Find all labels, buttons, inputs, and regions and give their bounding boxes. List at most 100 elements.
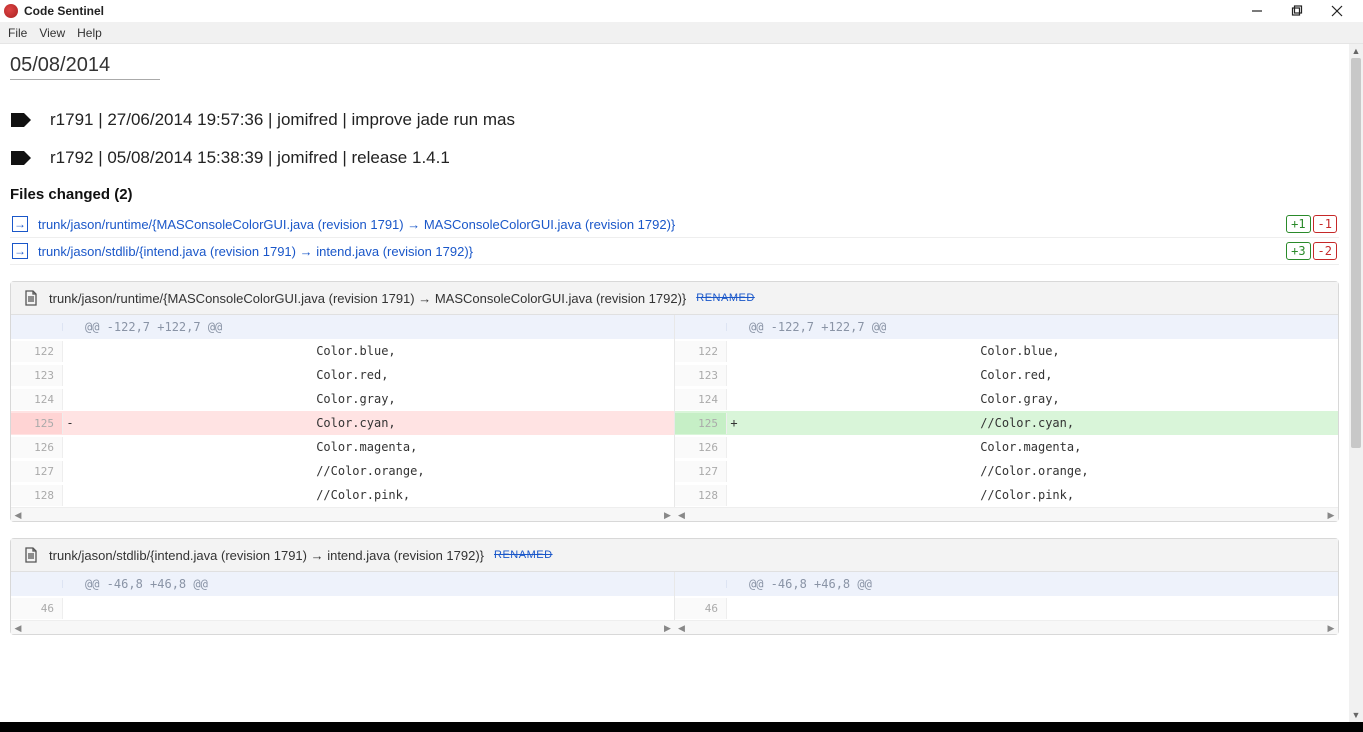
diff-marker (727, 580, 741, 588)
hscrollbar-left[interactable]: ◀▶ (11, 507, 675, 521)
line-number: 123 (11, 365, 63, 386)
files-changed-header: Files changed (2) (10, 186, 1339, 203)
diff-marker (63, 371, 77, 379)
vertical-scrollbar[interactable]: ▲ ▼ (1349, 44, 1363, 722)
window-title: Code Sentinel (24, 4, 1243, 18)
hscrollbar-right[interactable]: ◀▶ (675, 620, 1339, 634)
commit-text: r1791 | 27/06/2014 19:57:36 | jomifred |… (50, 110, 515, 130)
diff-line: 123 Color.red, (11, 363, 674, 387)
code-text: Color.red, (741, 364, 1338, 386)
line-number: 124 (675, 389, 727, 410)
diff-marker (727, 347, 741, 355)
code-text: Color.blue, (741, 340, 1338, 362)
diff-marker (63, 604, 77, 612)
scroll-left-arrow-icon[interactable]: ◀ (11, 621, 25, 635)
scroll-right-arrow-icon[interactable]: ▶ (1324, 508, 1338, 522)
code-text: Color.blue, (77, 340, 674, 362)
line-number (675, 323, 727, 331)
diff-marker (727, 395, 741, 403)
diff-marker (63, 323, 77, 331)
code-text: //Color.pink, (77, 484, 674, 506)
additions-badge: +1 (1286, 215, 1310, 233)
maximize-button[interactable] (1283, 1, 1311, 21)
diff-side-left: @@ -122,7 +122,7 @@122 Color.blue,123 Co… (11, 315, 675, 507)
diff-line: 124 Color.gray, (675, 387, 1338, 411)
diff-file-path: trunk/jason/stdlib/{intend.java (revisio… (49, 548, 484, 563)
tag-icon (10, 150, 32, 166)
scroll-left-arrow-icon[interactable]: ◀ (675, 621, 689, 635)
close-button[interactable] (1323, 1, 1351, 21)
file-link[interactable]: trunk/jason/stdlib/{intend.java (revisio… (38, 244, 1286, 259)
scroll-right-arrow-icon[interactable]: ▶ (661, 508, 675, 522)
commits-list: r1791 | 27/06/2014 19:57:36 | jomifred |… (10, 110, 1339, 168)
tag-icon (10, 112, 32, 128)
expand-icon[interactable]: → (12, 243, 28, 259)
file-link[interactable]: trunk/jason/runtime/{MASConsoleColorGUI.… (38, 217, 1286, 232)
stat-badges: +3-2 (1286, 242, 1337, 260)
titlebar: Code Sentinel (0, 0, 1363, 22)
scroll-right-arrow-icon[interactable]: ▶ (1324, 621, 1338, 635)
hscroll-wrap: ◀▶◀▶ (11, 507, 1338, 521)
code-text (77, 604, 674, 612)
hscroll-wrap: ◀▶◀▶ (11, 620, 1338, 634)
expand-icon[interactable]: → (12, 216, 28, 232)
renamed-tag: RENAMED (696, 292, 755, 304)
date-header: 05/08/2014 (10, 48, 160, 80)
diff-side-right: @@ -46,8 +46,8 @@ 46 (675, 572, 1338, 620)
hscrollbar-left[interactable]: ◀▶ (11, 620, 675, 634)
line-number: 126 (675, 437, 727, 458)
menu-help[interactable]: Help (77, 26, 102, 40)
diff-line: 122 Color.blue, (11, 339, 674, 363)
scroll-left-arrow-icon[interactable]: ◀ (11, 508, 25, 522)
line-number: 128 (675, 485, 727, 506)
line-number: 127 (11, 461, 63, 482)
line-number (11, 580, 63, 588)
scroll-left-arrow-icon[interactable]: ◀ (675, 508, 689, 522)
scrollbar-thumb[interactable] (1351, 58, 1361, 448)
line-number: 46 (675, 598, 727, 619)
diff-marker (63, 347, 77, 355)
commit-text: r1792 | 05/08/2014 15:38:39 | jomifred |… (50, 148, 450, 168)
hscrollbar-right[interactable]: ◀▶ (675, 507, 1339, 521)
diff-marker (727, 604, 741, 612)
diff-marker: + (727, 412, 741, 434)
line-number: 122 (675, 341, 727, 362)
diff-side-right: @@ -122,7 +122,7 @@122 Color.blue,123 Co… (675, 315, 1338, 507)
line-number: 127 (675, 461, 727, 482)
minimize-button[interactable] (1243, 1, 1271, 21)
commit-row: r1792 | 05/08/2014 15:38:39 | jomifred |… (10, 148, 1339, 168)
code-text: Color.magenta, (77, 436, 674, 458)
line-number: 124 (11, 389, 63, 410)
files-changed-list: → trunk/jason/runtime/{MASConsoleColorGUI… (10, 211, 1339, 265)
diff-marker (63, 395, 77, 403)
hunk-header: @@ -122,7 +122,7 @@ (11, 315, 674, 339)
scroll-down-arrow-icon[interactable]: ▼ (1349, 708, 1363, 722)
diff-marker (727, 443, 741, 451)
bottom-bar (0, 722, 1363, 732)
scroll-right-arrow-icon[interactable]: ▶ (661, 621, 675, 635)
diff-marker (63, 467, 77, 475)
content-scroll[interactable]: 05/08/2014 r1791 | 27/06/2014 19:57:36 |… (0, 44, 1349, 722)
additions-badge: +3 (1286, 242, 1310, 260)
diff-side-left: @@ -46,8 +46,8 @@46 (11, 572, 675, 620)
diff-header: trunk/jason/runtime/{MASConsoleColorGUI.… (11, 282, 1338, 315)
menu-file[interactable]: File (8, 26, 27, 40)
diff-marker: - (63, 412, 77, 434)
hunk-text: @@ -46,8 +46,8 @@ (77, 573, 674, 595)
menu-view[interactable]: View (39, 26, 65, 40)
code-text: Color.red, (77, 364, 674, 386)
stat-badges: +1-1 (1286, 215, 1337, 233)
scrollbar-track[interactable] (1349, 58, 1363, 708)
hunk-header: @@ -46,8 +46,8 @@ (11, 572, 674, 596)
diff-file-path: trunk/jason/runtime/{MASConsoleColorGUI.… (49, 291, 686, 306)
scroll-up-arrow-icon[interactable]: ▲ (1349, 44, 1363, 58)
diff-marker (63, 580, 77, 588)
hunk-header: @@ -46,8 +46,8 @@ (675, 572, 1338, 596)
diff-body: @@ -46,8 +46,8 @@46@@ -46,8 +46,8 @@46 (11, 572, 1338, 620)
diff-marker (727, 491, 741, 499)
hunk-text: @@ -46,8 +46,8 @@ (741, 573, 1338, 595)
line-number: 123 (675, 365, 727, 386)
code-text: //Color.orange, (741, 460, 1338, 482)
line-number: 125 (11, 413, 63, 434)
diff-line: 124 Color.gray, (11, 387, 674, 411)
